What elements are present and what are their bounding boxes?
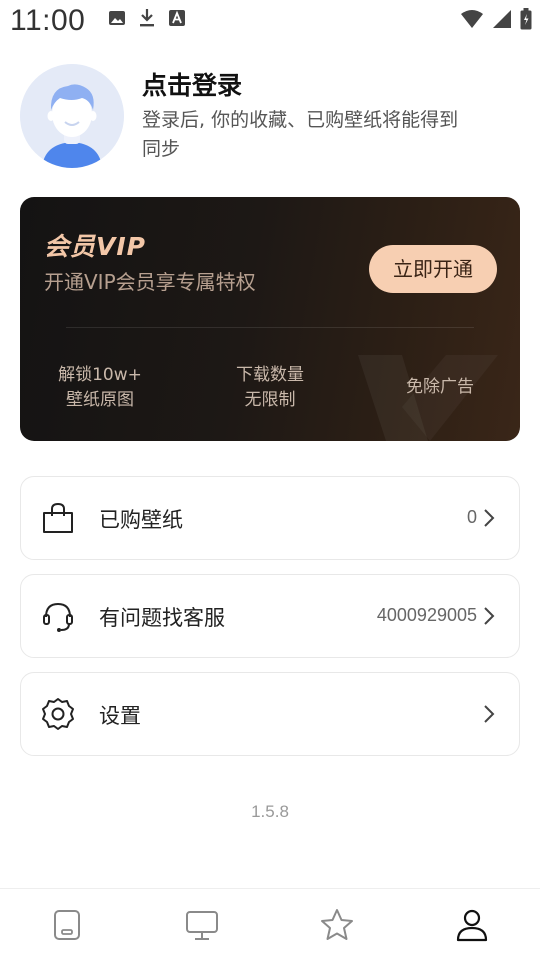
- purchased-count: 0: [466, 507, 477, 527]
- status-bar: 11:00: [0, 0, 540, 44]
- bottom-nav: [0, 888, 540, 960]
- vip-perk-line: 下载数量: [236, 365, 304, 385]
- vip-divider: [66, 327, 474, 328]
- vip-perk-unlock: 解锁10w+ 壁纸原图: [50, 363, 150, 413]
- vip-subtitle: 开通VIP会员享专属特权: [44, 270, 256, 294]
- vip-perk-line: 解锁10w+: [58, 365, 142, 385]
- vip-open-button[interactable]: 立即开通: [369, 245, 497, 293]
- avatar-illustration: [20, 64, 124, 168]
- login-description: 登录后, 你的收藏、已购壁纸将能得到同步: [142, 109, 459, 160]
- login-prompt[interactable]: 点击登录: [142, 66, 242, 102]
- image-icon: [108, 9, 126, 27]
- purchased-wallpapers-label: 已购壁纸: [99, 508, 183, 532]
- vip-card[interactable]: 会员VIP 开通VIP会员享专属特权 立即开通 解锁10w+ 壁纸原图 下载数量…: [20, 197, 520, 441]
- battery-icon: [520, 8, 532, 30]
- star-icon[interactable]: [319, 907, 355, 943]
- vip-perk-line: 无限制: [244, 390, 296, 410]
- font-a-icon: [168, 9, 186, 27]
- customer-service-phone[interactable]: 4000929005: [377, 605, 477, 626]
- purchased-wallpapers-item[interactable]: 已购壁纸 0: [20, 476, 520, 560]
- user-profile-icon[interactable]: [454, 907, 490, 943]
- wifi-icon: [460, 9, 484, 29]
- vip-perk-no-ads: 免除广告: [390, 375, 490, 400]
- chevron-right-icon: [484, 509, 495, 527]
- chevron-right-icon: [484, 705, 495, 723]
- desktop-monitor-icon[interactable]: [184, 907, 220, 943]
- status-time: 11:00: [10, 4, 86, 37]
- gear-icon: [42, 698, 74, 730]
- vip-title: 会员VIP: [44, 232, 146, 261]
- status-system-icons: [460, 8, 532, 30]
- app-version: 1.5.8: [251, 802, 289, 821]
- customer-service-label: 有问题找客服: [99, 606, 225, 630]
- vip-perk-line: 壁纸原图: [66, 390, 134, 410]
- settings-item[interactable]: 设置: [20, 672, 520, 756]
- signal-icon: [492, 9, 512, 29]
- vip-perk-line: 免除广告: [406, 377, 474, 397]
- headset-icon: [43, 602, 73, 632]
- download-icon: [138, 8, 156, 28]
- phone-wallpaper-icon[interactable]: [49, 907, 85, 943]
- customer-service-item[interactable]: 有问题找客服 4000929005: [20, 574, 520, 658]
- vip-perk-downloads: 下载数量 无限制: [220, 363, 320, 413]
- chevron-right-icon: [484, 607, 495, 625]
- status-notification-icons: [108, 8, 186, 28]
- settings-label: 设置: [99, 704, 141, 728]
- avatar[interactable]: [20, 64, 124, 168]
- shopping-bag-icon: [43, 502, 73, 533]
